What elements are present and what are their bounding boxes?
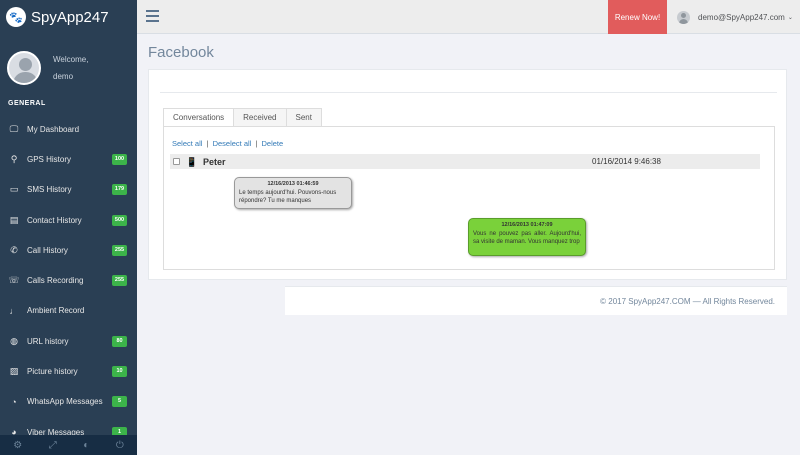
sidebar-item-label: Contact History [27,215,82,225]
message-bubble-received: 12/16/2013 01:46:59 Le temps aujourd'hui… [234,177,352,209]
copyright-text: © 2017 SpyApp247.COM — All Rights Reserv… [600,296,775,306]
menu-toggle-icon[interactable] [146,10,159,22]
sidebar-item-calls-recording[interactable]: ☏ Calls Recording 255 [0,265,137,295]
sidebar-item-label: My Dashboard [27,124,80,134]
page-title: Facebook [148,44,214,61]
sidebar-item-label: Call History [27,245,68,255]
globe-icon: ◍ [10,335,18,346]
top-navbar: Renew Now! demo@SpyApp247.com ⌄ [137,0,800,34]
select-all-link[interactable]: Select all [172,139,202,148]
conversation-checkbox[interactable] [173,158,180,165]
sidebar-item-label: SMS History [27,185,72,195]
tab-received[interactable]: Received [233,108,287,127]
chat-icon: ▭ [9,184,19,195]
brand[interactable]: 🐾 SpyApp247 [0,0,137,34]
message-time: 12/16/2013 01:46:59 [267,181,319,187]
sidebar-item-sms-history[interactable]: ▭ SMS History 179 [0,175,137,205]
sidebar-item-label: Ambient Record [27,306,85,316]
user-avatar-icon [677,10,690,24]
tab-sent[interactable]: Sent [285,108,322,127]
delete-link[interactable]: Delete [262,139,284,148]
deselect-all-link[interactable]: Deselect all [213,139,252,148]
phone-icon: ✆ [10,244,18,255]
divider [160,92,777,93]
message-text: Le temps aujourd'hui. Pouvons-nous répon… [239,190,337,204]
count-badge: 255 [112,244,127,256]
fullscreen-icon[interactable]: ⤢ [49,440,57,451]
sidebar-item-label: URL history [27,336,69,346]
sidebar: 🐾 SpyApp247 Welcome, demo GENERAL 🖵 My D… [0,0,137,455]
user-email: demo@SpyApp247.com [698,12,785,22]
picture-icon: ▨ [9,366,19,377]
separator: | [255,139,258,148]
sidebar-item-picture-history[interactable]: ▨ Picture history 10 [0,356,137,386]
count-badge: 80 [112,335,127,347]
sidebar-item-ambient-record[interactable]: ♩ Ambient Record [0,296,137,326]
count-badge: 100 [112,153,127,165]
sidebar-item-gps-history[interactable]: ⚲ GPS History 100 [0,144,137,174]
separator: | [206,139,209,148]
paw-icon: 🐾 [6,7,26,27]
sidebar-item-call-history[interactable]: ✆ Call History 255 [0,235,137,265]
mobile-phone-icon: 📱 [186,156,198,167]
sidebar-footer: ⚙ ⤢ ◐ ⏻ [0,435,137,455]
tab-content: Select all | Deselect all | Delete 📱 Pet… [163,126,775,270]
renew-now-button[interactable]: Renew Now! [608,0,667,34]
welcome-text: Welcome, [53,55,89,64]
count-badge: 10 [112,366,127,378]
phone-recording-icon: ☏ [8,275,20,286]
power-icon[interactable]: ⏻ [116,440,124,451]
user-menu[interactable]: demo@SpyApp247.com ⌄ [677,0,793,34]
sidebar-item-dashboard[interactable]: 🖵 My Dashboard [0,114,137,144]
section-title-general: GENERAL [8,100,46,107]
whatsapp-icon: ◔ [11,396,17,407]
profile: Welcome, demo [0,34,137,92]
settings-icon[interactable]: ⚙ [13,440,22,451]
message-text: Vous ne pouvez pas aller. Aujourd'hui, s… [473,231,581,245]
conversation-date: 01/16/2014 9:46:38 [592,157,661,166]
sidebar-item-label: Calls Recording [27,276,84,286]
sidebar-item-contact-history[interactable]: ▤ Contact History 500 [0,205,137,235]
sidebar-item-url-history[interactable]: ◍ URL history 80 [0,326,137,356]
eye-slash-icon[interactable]: ◐ [83,440,89,451]
tab-conversations[interactable]: Conversations [163,108,235,127]
sidebar-item-label: Picture history [27,367,78,377]
contact-name: Peter [203,156,226,167]
count-badge: 255 [112,275,127,287]
count-badge: 179 [112,184,127,196]
brand-name: SpyApp247 [31,8,109,26]
conversation-header[interactable]: 📱 Peter 01/16/2014 9:46:38 [170,154,760,169]
avatar [7,51,41,85]
count-badge: 5 [112,396,127,408]
bulk-actions: Select all | Deselect all | Delete [172,139,283,148]
tabs: Conversations Received Sent [163,108,322,127]
monitor-icon: 🖵 [9,123,19,134]
message-bubble-sent: 12/16/2013 01:47:09 Vous ne pouvez pas a… [468,218,586,256]
sidebar-item-label: WhatsApp Messages [27,397,103,407]
map-marker-icon: ⚲ [10,153,18,164]
content-panel: Conversations Received Sent Select all |… [148,69,787,280]
chevron-down-icon: ⌄ [787,14,793,21]
sidebar-menu: 🖵 My Dashboard ⚲ GPS History 100 ▭ SMS H… [0,114,137,447]
count-badge: 500 [112,214,127,226]
message-time: 12/16/2013 01:47:09 [501,222,553,228]
sidebar-item-label: GPS History [27,154,72,164]
address-book-icon: ▤ [9,214,19,225]
username: demo [53,72,74,81]
page-footer: © 2017 SpyApp247.COM — All Rights Reserv… [285,286,787,315]
microphone-icon: ♩ [9,305,19,316]
sidebar-item-whatsapp-messages[interactable]: ◔ WhatsApp Messages 5 [0,387,137,417]
